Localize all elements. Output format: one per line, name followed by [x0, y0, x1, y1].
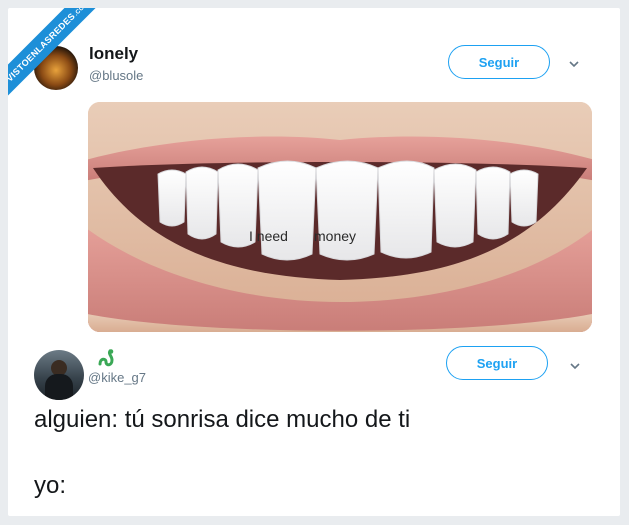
watermark-suffix: .COM: [73, 8, 90, 18]
teeth-text-right: money: [314, 228, 357, 244]
follow-button[interactable]: Seguir: [448, 45, 550, 79]
dragon-emoji-icon: [98, 349, 114, 367]
chevron-down-icon[interactable]: [568, 359, 582, 373]
user-name[interactable]: lonely: [89, 44, 138, 64]
teeth-text-left: I need: [249, 228, 288, 244]
chevron-down-icon[interactable]: [567, 57, 581, 71]
avatar-body: [45, 374, 73, 400]
tweet-image[interactable]: I need money: [88, 102, 592, 332]
avatar[interactable]: [34, 350, 84, 400]
tweet-text-line-1: alguien: tú sonrisa dice mucho de ti: [34, 406, 411, 433]
user-handle[interactable]: @blusole: [89, 68, 143, 83]
follow-button[interactable]: Seguir: [446, 346, 548, 380]
user-handle[interactable]: @kike_g7: [88, 370, 146, 385]
tweet-text-line-2: yo:: [34, 472, 67, 499]
smile-illustration: [88, 102, 592, 332]
tweet-card: VISTOENLASREDES.COM lonely @blusole Segu…: [8, 8, 620, 516]
